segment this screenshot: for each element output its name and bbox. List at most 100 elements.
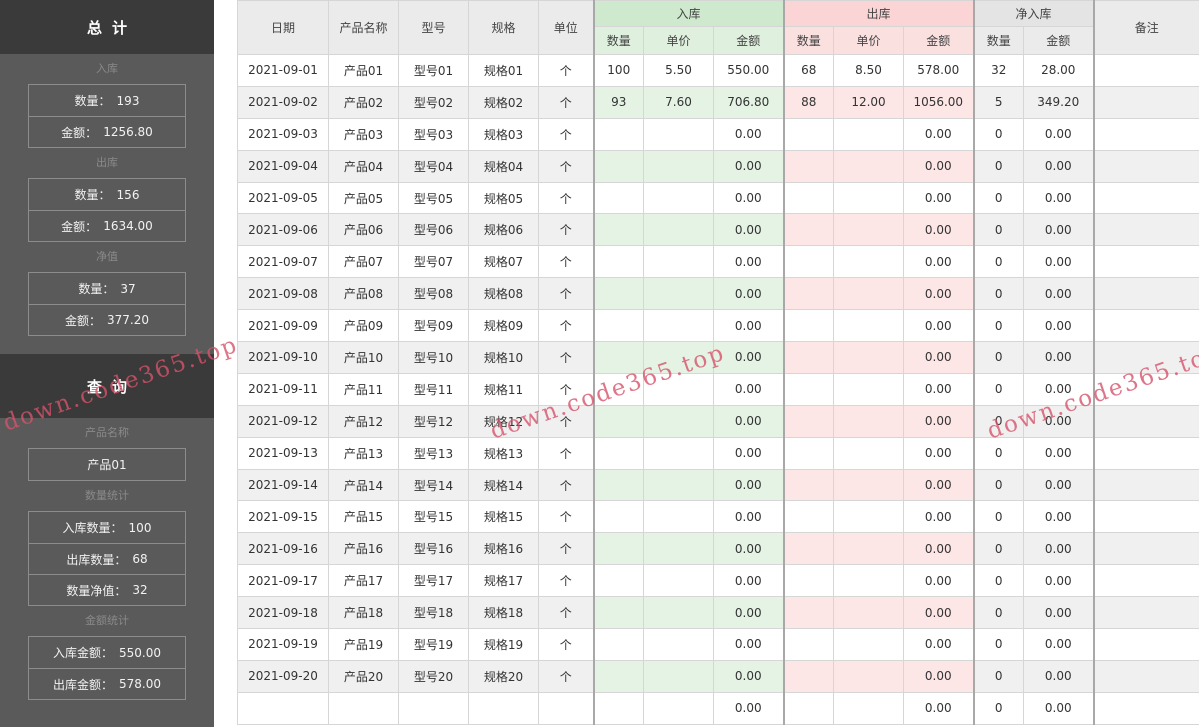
cell-in-price[interactable]: 5.50 [643,54,714,87]
cell-in-price[interactable] [643,404,714,438]
cell-model[interactable]: 型号18 [398,596,469,630]
cell-in-price[interactable] [643,532,714,566]
cell-spec[interactable]: 规格07 [468,245,539,279]
cell-product[interactable] [328,691,399,725]
cell-out-qty[interactable]: 88 [782,85,834,119]
cell-out-amount[interactable]: 0.00 [903,500,974,534]
cell-out-qty[interactable] [782,691,834,725]
cell-date[interactable]: 2021-09-20 [237,659,329,693]
cell-note[interactable] [1092,691,1199,725]
cell-product[interactable]: 产品05 [328,181,399,215]
table-row[interactable]: 2021-09-01 产品01 型号01 规格01 个 100 5.50 550.00 68 8.… [237,54,1199,87]
cell-out-amount[interactable]: 0.00 [903,468,974,502]
cell-unit[interactable]: 个 [538,277,594,311]
cell-model[interactable]: 型号08 [398,277,469,311]
cell-product[interactable]: 产品17 [328,564,399,598]
cell-in-qty[interactable] [592,309,644,343]
cell-in-amount[interactable]: 0.00 [713,532,784,566]
col-header-net-amount[interactable]: 金额 [1022,26,1095,55]
cell-out-qty[interactable] [782,468,834,502]
cell-in-amount[interactable]: 550.00 [713,54,784,87]
cell-out-qty[interactable] [782,564,834,598]
cell-out-amount[interactable]: 1056.00 [903,85,974,119]
cell-product[interactable]: 产品11 [328,372,399,406]
cell-net-qty[interactable]: 0 [972,659,1024,693]
cell-net-qty[interactable]: 0 [972,309,1024,343]
cell-net-qty[interactable]: 0 [972,596,1024,630]
query-product-box[interactable]: 产品01 [28,448,186,481]
cell-in-price[interactable] [643,596,714,630]
cell-out-amount[interactable]: 0.00 [903,436,974,470]
cell-date[interactable]: 2021-09-02 [237,85,329,119]
cell-date[interactable]: 2021-09-09 [237,309,329,343]
table-row[interactable]: 2021-09-14 产品14 型号14 规格14 个 0.00 0.00 0 0.00 [237,468,1199,502]
col-header-in-qty[interactable]: 数量 [592,26,644,55]
cell-out-amount[interactable]: 0.00 [903,277,974,311]
cell-net-amount[interactable]: 0.00 [1022,309,1095,343]
cell-product[interactable]: 产品02 [328,85,399,119]
cell-unit[interactable]: 个 [538,532,594,566]
table-row[interactable]: 0.00 0.00 0 0.00 [237,691,1199,725]
cell-in-price[interactable] [643,149,714,183]
cell-out-price[interactable] [833,659,904,693]
cell-date[interactable]: 2021-09-14 [237,468,329,502]
cell-spec[interactable]: 规格15 [468,500,539,534]
cell-unit[interactable]: 个 [538,85,594,119]
cell-net-amount[interactable]: 0.00 [1022,213,1095,247]
cell-note[interactable] [1092,596,1199,630]
cell-out-qty[interactable] [782,500,834,534]
cell-note[interactable] [1092,404,1199,438]
cell-net-amount[interactable]: 0.00 [1022,564,1095,598]
cell-net-amount[interactable]: 0.00 [1022,596,1095,630]
cell-unit[interactable]: 个 [538,309,594,343]
cell-out-price[interactable] [833,404,904,438]
cell-out-qty[interactable] [782,309,834,343]
cell-product[interactable]: 产品10 [328,341,399,374]
cell-net-amount[interactable]: 0.00 [1022,181,1095,215]
cell-in-amount[interactable]: 0.00 [713,500,784,534]
cell-spec[interactable]: 规格01 [468,54,539,87]
cell-in-qty[interactable] [592,691,644,725]
cell-date[interactable]: 2021-09-17 [237,564,329,598]
cell-in-amount[interactable]: 0.00 [713,564,784,598]
cell-net-amount[interactable]: 0.00 [1022,372,1095,406]
cell-in-qty[interactable] [592,181,644,215]
cell-in-qty[interactable] [592,341,644,374]
table-row[interactable]: 2021-09-08 产品08 型号08 规格08 个 0.00 0.00 0 0.00 [237,277,1199,311]
table-row[interactable]: 2021-09-12 产品12 型号12 规格12 个 0.00 0.00 0 0.00 [237,404,1199,438]
col-header-model[interactable]: 型号 [398,0,469,55]
cell-out-qty[interactable] [782,404,834,438]
cell-out-qty[interactable] [782,372,834,406]
cell-out-price[interactable] [833,181,904,215]
cell-product[interactable]: 产品15 [328,500,399,534]
cell-spec[interactable]: 规格06 [468,213,539,247]
cell-spec[interactable]: 规格04 [468,149,539,183]
cell-out-qty[interactable] [782,532,834,566]
cell-in-amount[interactable]: 0.00 [713,596,784,630]
cell-out-price[interactable]: 8.50 [833,54,904,87]
cell-net-amount[interactable]: 0.00 [1022,659,1095,693]
cell-net-qty[interactable]: 0 [972,532,1024,566]
cell-in-qty[interactable] [592,628,644,661]
cell-out-qty[interactable]: 68 [782,54,834,87]
cell-in-amount[interactable]: 0.00 [713,213,784,247]
cell-out-amount[interactable]: 0.00 [903,564,974,598]
cell-net-amount[interactable]: 0.00 [1022,117,1095,151]
cell-model[interactable]: 型号15 [398,500,469,534]
cell-net-qty[interactable]: 0 [972,628,1024,661]
cell-out-amount[interactable]: 0.00 [903,628,974,661]
cell-out-amount[interactable]: 0.00 [903,213,974,247]
cell-out-price[interactable] [833,149,904,183]
cell-product[interactable]: 产品04 [328,149,399,183]
cell-in-amount[interactable]: 0.00 [713,245,784,279]
table-row[interactable]: 2021-09-10 产品10 型号10 规格10 个 0.00 0.00 0 0.00 [237,341,1199,374]
cell-date[interactable]: 2021-09-10 [237,341,329,374]
cell-out-qty[interactable] [782,436,834,470]
table-row[interactable]: 2021-09-17 产品17 型号17 规格17 个 0.00 0.00 0 0.00 [237,564,1199,598]
cell-unit[interactable]: 个 [538,404,594,438]
cell-date[interactable]: 2021-09-19 [237,628,329,661]
cell-in-amount[interactable]: 0.00 [713,277,784,311]
cell-unit[interactable]: 个 [538,245,594,279]
cell-out-qty[interactable] [782,213,834,247]
cell-in-price[interactable] [643,213,714,247]
